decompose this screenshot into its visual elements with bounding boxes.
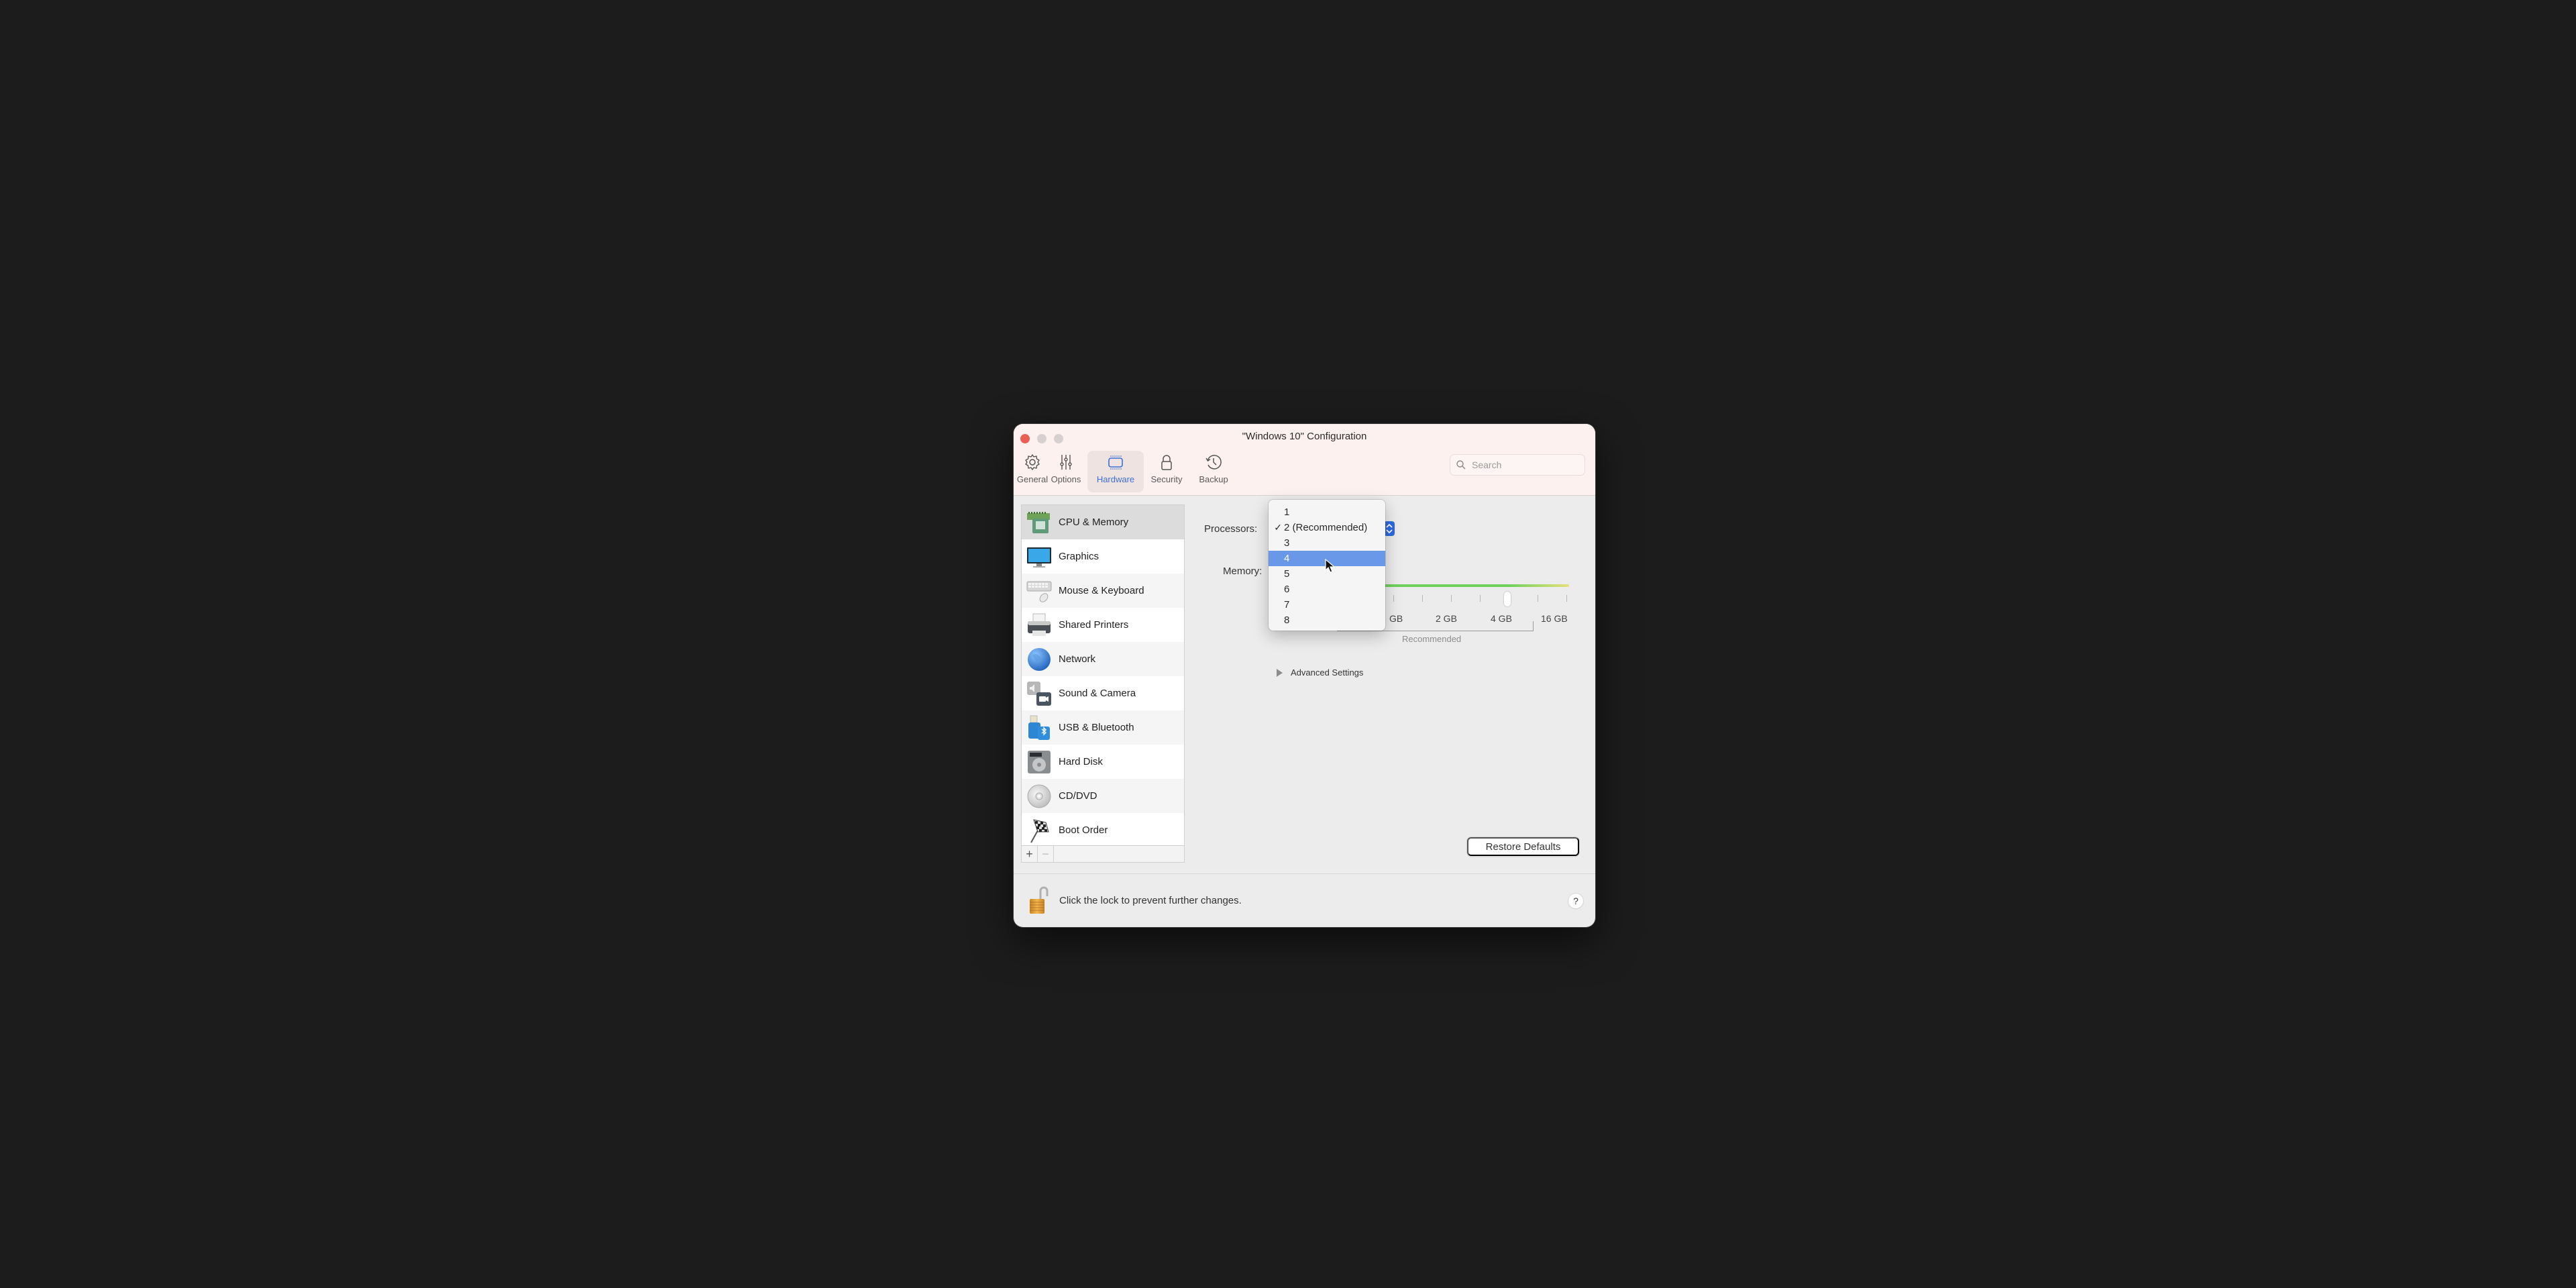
option-label: 4 [1284,553,1290,564]
search-field[interactable] [1450,454,1585,476]
window-title: "Windows 10" Configuration [1242,431,1367,442]
sidebar-item-label: Mouse & Keyboard [1059,585,1144,596]
tab-general[interactable]: General [1016,451,1049,492]
memory-slider-tick [1566,595,1567,602]
recommended-label: Recommended [1402,634,1462,644]
memory-slider-tick [1422,595,1423,602]
tab-options[interactable]: Options [1049,451,1083,492]
printer-icon [1028,613,1051,636]
option-label: 1 [1284,506,1290,518]
sidebar-item-cd-dvd[interactable]: CD/DVD [1022,779,1184,813]
sidebar-item-label: Boot Order [1059,824,1108,836]
sidebar-item-label: Hard Disk [1059,756,1103,767]
disclosure-triangle-icon [1277,668,1283,677]
memory-tick-label: 16 GB [1541,613,1568,624]
option-label: 3 [1284,537,1290,549]
sidebar-item-label: Graphics [1059,551,1099,562]
memory-slider-tick [1393,595,1394,602]
globe-icon [1028,647,1051,671]
help-button[interactable]: ? [1568,894,1583,908]
memory-slider-tick [1451,595,1452,602]
lock-icon [1161,455,1172,470]
remove-device-button[interactable]: − [1038,846,1054,862]
tab-options-label: Options [1051,474,1081,484]
unlocked-padlock-icon[interactable] [1028,885,1051,915]
processor-option-2[interactable]: ✓ 2 (Recommended) [1269,520,1385,535]
keyboard-mouse-icon [1026,581,1052,602]
processors-label: Processors: [1204,523,1258,535]
tab-security-label: Security [1150,474,1183,484]
option-label: 8 [1284,614,1290,626]
sidebar-actions-bar: + − [1022,845,1184,862]
up-down-chevron-icon [1386,523,1393,534]
tab-security[interactable]: Security [1146,451,1187,492]
memory-slider-knob[interactable] [1504,592,1511,606]
option-label: 2 (Recommended) [1284,522,1368,533]
tab-backup-label: Backup [1199,474,1228,484]
sidebar-item-usb-bluetooth[interactable]: USB & Bluetooth [1022,710,1184,745]
search-input[interactable] [1470,459,1580,471]
sidebar-item-label: Sound & Camera [1059,688,1136,699]
monitor-icon [1027,547,1051,568]
sidebar-item-cpu-memory[interactable]: CPU & Memory [1022,505,1184,539]
memory-label: Memory: [1223,566,1263,577]
tab-general-label: General [1016,474,1049,484]
lock-status-text: Click the lock to prevent further change… [1059,895,1242,906]
sidebar-item-label: USB & Bluetooth [1059,722,1134,733]
history-clock-icon [1205,455,1222,470]
sidebar-item-boot-order[interactable]: Boot Order [1022,813,1184,847]
hard-disk-icon [1028,750,1051,773]
checkmark-icon: ✓ [1274,522,1282,533]
advanced-settings-label: Advanced Settings [1291,667,1364,678]
sidebar-item-hard-disk[interactable]: Hard Disk [1022,745,1184,779]
search-icon [1456,460,1466,470]
advanced-settings-disclosure[interactable]: Advanced Settings [1277,667,1363,678]
sidebar-item-network[interactable]: Network [1022,642,1184,676]
option-label: 7 [1284,599,1290,610]
memory-slider-tick [1480,595,1481,602]
processor-option-1[interactable]: 1 [1269,504,1385,520]
sidebar-item-label: Shared Printers [1059,619,1129,631]
sliders-icon [1060,455,1072,470]
option-label: 6 [1284,584,1290,595]
processor-option-6[interactable]: 6 [1269,582,1385,597]
cd-dvd-icon [1027,784,1051,808]
toolbar: "Windows 10" Configuration General Optio… [1014,424,1595,496]
restore-defaults-button[interactable]: Restore Defaults [1467,837,1579,856]
chip-icon [1108,455,1123,470]
processors-popup-button[interactable] [1384,521,1395,536]
tab-hardware-label: Hardware [1096,474,1135,484]
mouse-pointer-icon [1325,559,1336,573]
speaker-camera-icon [1027,681,1051,706]
processor-option-7[interactable]: 7 [1269,597,1385,612]
sidebar-item-sound-camera[interactable]: Sound & Camera [1022,676,1184,710]
option-label: 5 [1284,568,1290,580]
add-device-button[interactable]: + [1022,846,1038,862]
sidebar-item-label: CD/DVD [1059,790,1097,802]
cpu-memory-icon [1027,511,1050,533]
tab-hardware[interactable]: Hardware [1087,451,1144,492]
usb-bluetooth-icon [1028,715,1050,740]
sidebar-item-label: Network [1059,653,1096,665]
sidebar-item-graphics[interactable]: Graphics [1022,539,1184,574]
sidebar-item-shared-printers[interactable]: Shared Printers [1022,608,1184,642]
gear-icon [1025,454,1040,470]
hardware-device-list: CPU & Memory Graphics Mouse & Keyboard S… [1021,504,1185,863]
processor-option-8[interactable]: 8 [1269,612,1385,628]
sidebar-item-label: CPU & Memory [1059,517,1129,528]
sidebar-item-mouse-keyboard[interactable]: Mouse & Keyboard [1022,574,1184,608]
checkered-flag-icon [1030,818,1049,843]
tab-backup[interactable]: Backup [1195,451,1232,492]
processor-option-3[interactable]: 3 [1269,535,1385,551]
footer-divider [1014,873,1595,874]
